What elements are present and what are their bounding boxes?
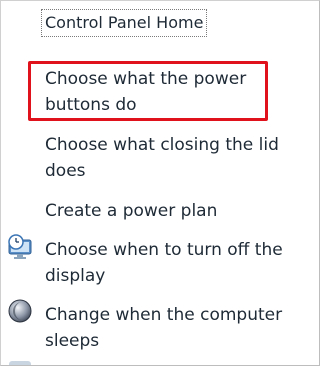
task-choose-closing-lid[interactable]: Choose what closing the lid does [45,132,295,184]
control-panel-home-link[interactable]: Control Panel Home [41,9,208,37]
task-choose-power-buttons[interactable]: Choose what the power buttons do [45,66,295,118]
partial-icon-stub [9,361,31,365]
display-clock-icon [7,234,33,260]
task-change-computer-sleeps[interactable]: Change when the computer sleeps [45,302,295,354]
task-pane: Control Panel Home Choose what the power… [0,0,320,366]
moon-sleep-icon [7,298,33,324]
task-create-power-plan[interactable]: Create a power plan [45,198,295,224]
task-turn-off-display[interactable]: Choose when to turn off the display [45,237,295,289]
